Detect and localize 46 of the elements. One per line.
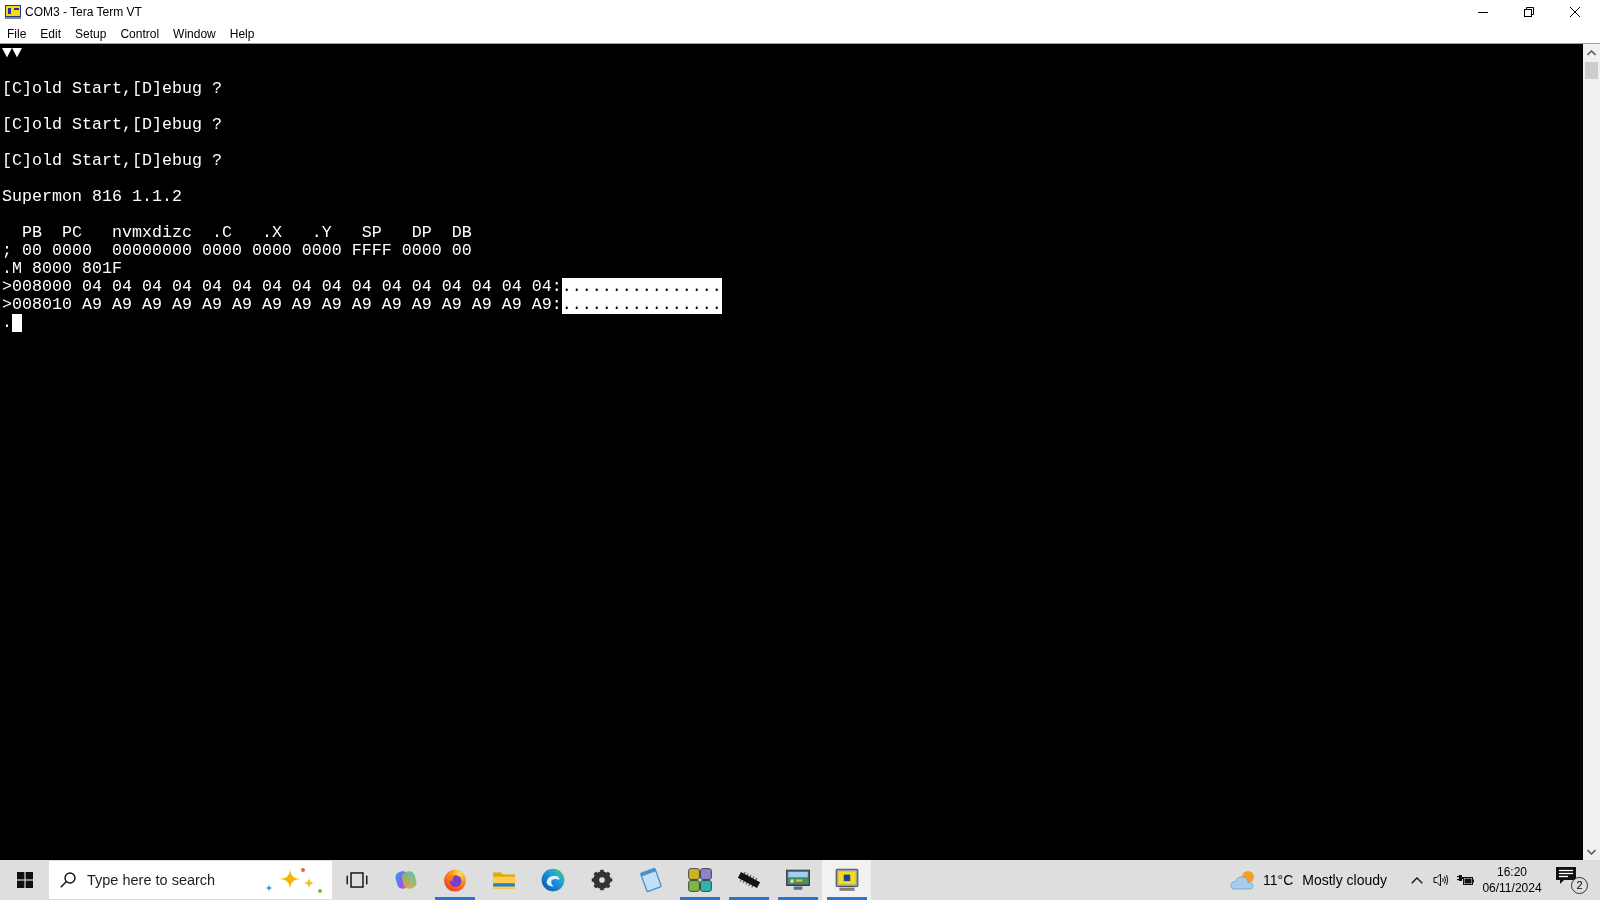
terminal-text: .M 8000 801F xyxy=(2,260,122,278)
chevron-down-icon xyxy=(1587,848,1596,855)
window-title: COM3 - Tera Term VT xyxy=(25,5,142,19)
tile-grid-icon xyxy=(686,867,713,893)
temperature-label[interactable]: 11°C xyxy=(1263,872,1294,888)
scrollbar-thumb[interactable] xyxy=(1585,62,1598,79)
highlighted-text: ................ xyxy=(561,278,722,296)
notification-icon[interactable] xyxy=(1556,867,1576,885)
close-icon xyxy=(1570,7,1580,17)
speaker-icon xyxy=(1433,873,1449,887)
terminal-text: >008000 04 04 04 04 04 04 04 04 04 04 04 04 04 04 04 04: xyxy=(2,278,562,296)
terminal-text: ▼▼ xyxy=(2,44,22,62)
notification-count: 2 xyxy=(1571,877,1588,894)
terminal-text: [C]old Start,[D]ebug ? xyxy=(2,80,222,98)
terminal-text: PB PC nvmxdizc .C .X .Y SP DP DB xyxy=(21,224,472,242)
terminal-text: >008010 A9 A9 A9 A9 A9 A9 A9 A9 A9 A9 A9 A9 A9 A9 A9 A9: xyxy=(2,296,562,314)
search-field[interactable]: Type here to search xyxy=(49,861,332,899)
menu-item[interactable]: Help xyxy=(222,24,262,43)
chevron-up-icon xyxy=(1587,49,1596,56)
menu-item[interactable]: Edit xyxy=(33,24,69,43)
chevron-up-icon xyxy=(1411,876,1423,884)
weather-label[interactable]: Mostly cloudy xyxy=(1302,872,1388,888)
menu-item[interactable]: File xyxy=(0,24,34,43)
search-icon xyxy=(60,872,76,888)
monitor-board-icon xyxy=(784,867,811,893)
menu-item[interactable]: Control xyxy=(113,24,167,43)
terminal-monitor-icon xyxy=(833,867,860,893)
clock-time[interactable]: 16:20 xyxy=(1497,864,1527,880)
block-cursor-icon xyxy=(12,314,22,332)
menu-item[interactable]: Window xyxy=(166,24,223,43)
terminal-text: [C]old Start,[D]ebug ? xyxy=(2,152,222,170)
terminal-text: ; 00 0000 00000000 0000 0000 0000 FFFF 0000 00 xyxy=(2,242,472,260)
terminal-text: [C]old Start,[D]ebug ? xyxy=(2,116,222,134)
logo-icon xyxy=(5,5,21,19)
four-panes-icon xyxy=(16,872,33,888)
scrollbar[interactable] xyxy=(1583,44,1600,860)
globe-icon xyxy=(441,867,468,893)
clock-date[interactable]: 06/11/2024 xyxy=(1482,880,1542,896)
battery-icon xyxy=(1457,874,1474,886)
menu-item[interactable]: Setup xyxy=(68,24,114,43)
highlighted-text: ................ xyxy=(561,296,722,314)
restore-icon xyxy=(1524,7,1534,17)
terminal-text: . xyxy=(2,314,12,332)
wave-globe-icon xyxy=(539,867,566,893)
taskbar-app-button[interactable] xyxy=(822,860,871,900)
terminal-text: Supermon 816 1.1.2 xyxy=(2,188,182,206)
